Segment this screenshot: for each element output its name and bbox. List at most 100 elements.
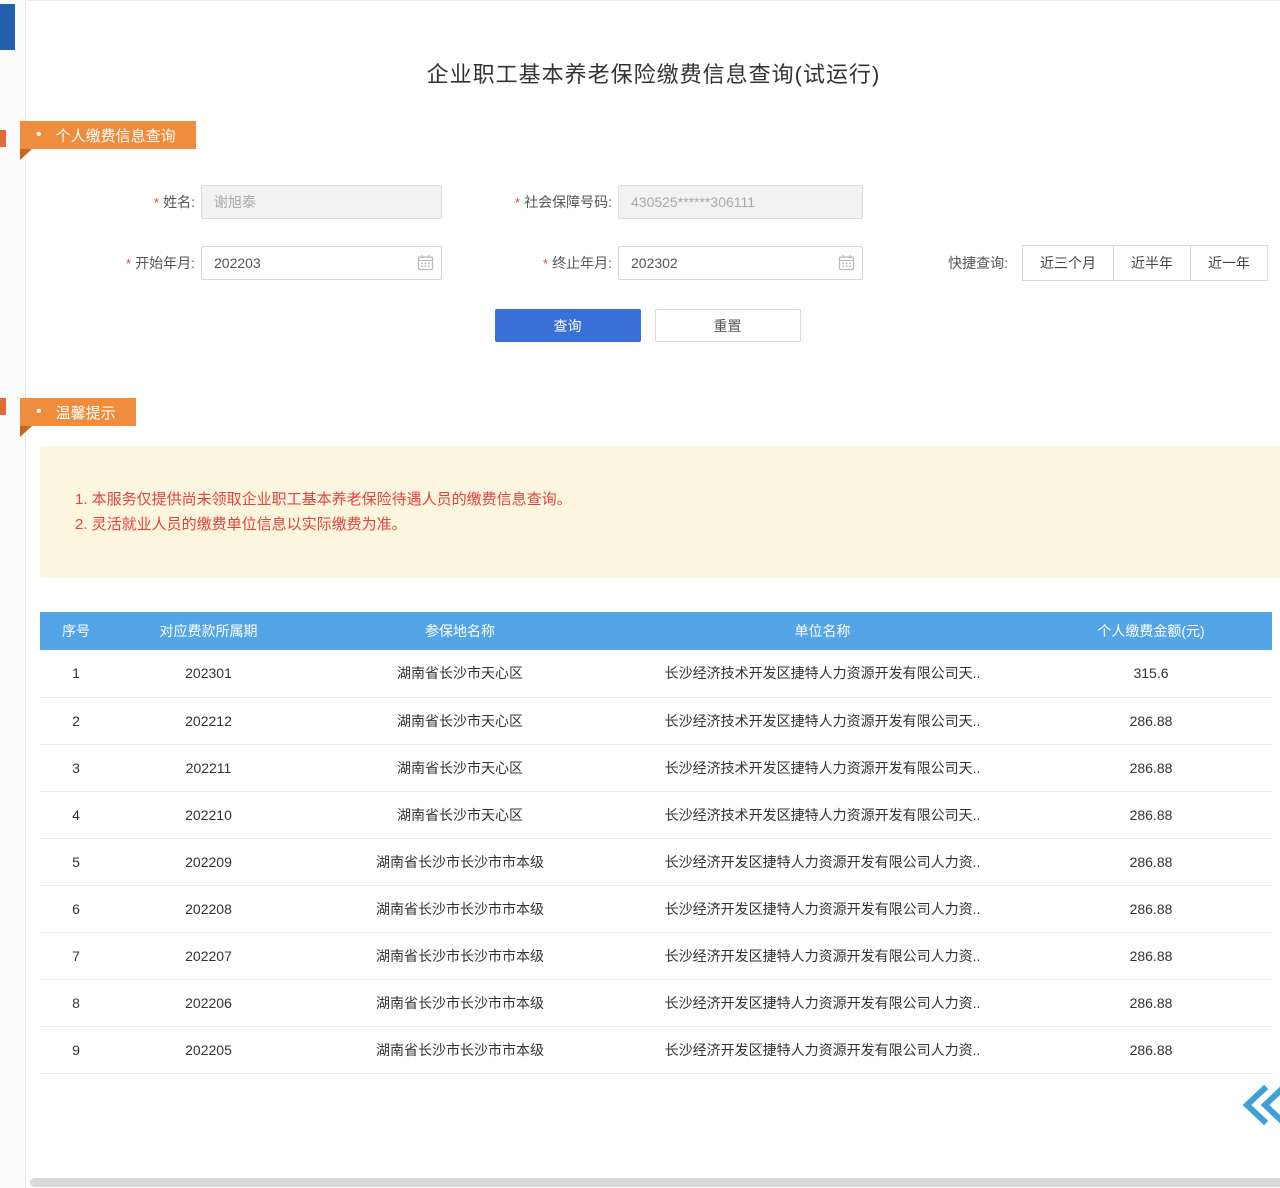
table-cell: 3 — [40, 744, 112, 791]
table-cell: 湖南省长沙市长沙市市本级 — [305, 932, 615, 979]
column-header: 对应费款所属期 — [112, 612, 305, 650]
table-cell: 202205 — [112, 1026, 305, 1073]
table-cell: 286.88 — [1030, 885, 1272, 932]
column-header: 个人缴费金额(元) — [1030, 612, 1272, 650]
table-cell: 湖南省长沙市天心区 — [305, 744, 615, 791]
calendar-icon[interactable] — [417, 254, 434, 271]
tips-section-badge-label: 温馨提示 — [56, 402, 116, 423]
table-body: 1202301湖南省长沙市天心区长沙经济技术开发区捷特人力资源开发有限公司天..… — [40, 650, 1272, 1073]
tips-section-badge: • 温馨提示 — [20, 398, 136, 426]
required-mark: * — [154, 195, 159, 210]
tips-lines: 1. 本服务仅提供尚未领取企业职工基本养老保险待遇人员的缴费信息查询。2. 灵活… — [75, 487, 1280, 537]
name-label: *姓名: — [27, 192, 195, 212]
table-row: 1202301湖南省长沙市天心区长沙经济技术开发区捷特人力资源开发有限公司天..… — [40, 650, 1272, 697]
quick-query-group: 快捷查询: 近三个月近半年近一年 — [948, 245, 1268, 281]
start-month-input-wrap — [201, 246, 442, 280]
table-cell: 202207 — [112, 932, 305, 979]
table-cell: 315.6 — [1030, 650, 1272, 697]
required-mark: * — [515, 195, 520, 210]
calendar-icon[interactable] — [838, 254, 855, 271]
table-row: 6202208湖南省长沙市长沙市市本级长沙经济开发区捷特人力资源开发有限公司人力… — [40, 885, 1272, 932]
table-cell: 286.88 — [1030, 1026, 1272, 1073]
query-form: *姓名: *社会保障号码: *开始年月: *终止年月: — [27, 185, 1280, 342]
query-section-badge-label: 个人缴费信息查询 — [56, 125, 176, 146]
table-cell: 长沙经济开发区捷特人力资源开发有限公司人力资.. — [615, 885, 1030, 932]
table-cell: 286.88 — [1030, 744, 1272, 791]
tip-line: 2. 灵活就业人员的缴费单位信息以实际缴费为准。 — [75, 512, 1280, 537]
table-cell: 286.88 — [1030, 979, 1272, 1026]
table-cell: 8 — [40, 979, 112, 1026]
payment-table: 序号对应费款所属期参保地名称单位名称个人缴费金额(元) 1202301湖南省长沙… — [40, 612, 1272, 1074]
table-cell: 长沙经济技术开发区捷特人力资源开发有限公司天.. — [615, 791, 1030, 838]
table-cell: 5 — [40, 838, 112, 885]
table-cell: 202209 — [112, 838, 305, 885]
table-cell: 长沙经济技术开发区捷特人力资源开发有限公司天.. — [615, 744, 1030, 791]
quick-query-option-2[interactable]: 近半年 — [1113, 245, 1191, 281]
main-panel: 企业职工基本养老保险缴费信息查询(试运行) • 个人缴费信息查询 *姓名: *社… — [27, 0, 1280, 1188]
table-cell: 湖南省长沙市长沙市市本级 — [305, 979, 615, 1026]
table-cell: 286.88 — [1030, 932, 1272, 979]
double-chevron-left-icon[interactable] — [1240, 1084, 1280, 1126]
table-row: 7202207湖南省长沙市长沙市市本级长沙经济开发区捷特人力资源开发有限公司人力… — [40, 932, 1272, 979]
ribbon-fold — [20, 149, 32, 160]
ssn-input-wrap — [618, 185, 863, 219]
table-cell: 湖南省长沙市长沙市市本级 — [305, 885, 615, 932]
ribbon-tail-query — [0, 130, 6, 147]
table-cell: 286.88 — [1030, 697, 1272, 744]
badge-bullet-icon: • — [36, 127, 42, 143]
required-mark: * — [126, 256, 131, 271]
quick-query-buttons: 近三个月近半年近一年 — [1022, 245, 1268, 281]
form-actions: 查询 重置 — [27, 309, 1268, 342]
table-cell: 长沙经济开发区捷特人力资源开发有限公司人力资.. — [615, 979, 1030, 1026]
query-section-header: • 个人缴费信息查询 — [27, 121, 1280, 149]
column-header: 单位名称 — [615, 612, 1030, 650]
ssn-input[interactable] — [618, 185, 863, 219]
start-month-label: *开始年月: — [27, 253, 195, 273]
table-cell: 202211 — [112, 744, 305, 791]
table-cell: 湖南省长沙市长沙市市本级 — [305, 1026, 615, 1073]
table-cell: 湖南省长沙市天心区 — [305, 791, 615, 838]
table-cell: 286.88 — [1030, 791, 1272, 838]
table-cell: 202212 — [112, 697, 305, 744]
table-cell: 长沙经济开发区捷特人力资源开发有限公司人力资.. — [615, 838, 1030, 885]
form-row-period: *开始年月: *终止年月: — [27, 245, 1268, 281]
ribbon-tail-tips — [0, 398, 6, 415]
table-cell: 湖南省长沙市长沙市市本级 — [305, 838, 615, 885]
table-cell: 长沙经济开发区捷特人力资源开发有限公司人力资.. — [615, 1026, 1030, 1073]
required-mark: * — [543, 256, 548, 271]
query-section-badge: • 个人缴费信息查询 — [20, 121, 196, 149]
reset-button[interactable]: 重置 — [655, 309, 801, 342]
form-row-identity: *姓名: *社会保障号码: — [27, 185, 1268, 219]
end-month-input[interactable] — [618, 246, 863, 280]
table-cell: 7 — [40, 932, 112, 979]
table-cell: 4 — [40, 791, 112, 838]
table-header-row: 序号对应费款所属期参保地名称单位名称个人缴费金额(元) — [40, 612, 1272, 650]
table-cell: 202206 — [112, 979, 305, 1026]
horizontal-scrollbar[interactable] — [30, 1178, 1280, 1187]
table-cell: 6 — [40, 885, 112, 932]
table-row: 3202211湖南省长沙市天心区长沙经济技术开发区捷特人力资源开发有限公司天..… — [40, 744, 1272, 791]
quick-query-label: 快捷查询: — [948, 253, 1008, 273]
start-month-input[interactable] — [201, 246, 442, 280]
table-cell: 湖南省长沙市天心区 — [305, 697, 615, 744]
tips-notice-box: 1. 本服务仅提供尚未领取企业职工基本养老保险待遇人员的缴费信息查询。2. 灵活… — [40, 446, 1280, 578]
name-input-wrap — [201, 185, 442, 219]
table-cell: 202210 — [112, 791, 305, 838]
table-row: 4202210湖南省长沙市天心区长沙经济技术开发区捷特人力资源开发有限公司天..… — [40, 791, 1272, 838]
table-cell: 286.88 — [1030, 838, 1272, 885]
ribbon-fold — [20, 426, 32, 437]
left-rail — [0, 0, 26, 1188]
ssn-label: *社会保障号码: — [450, 192, 612, 212]
table-cell: 2 — [40, 697, 112, 744]
table-cell: 长沙经济技术开发区捷特人力资源开发有限公司天.. — [615, 697, 1030, 744]
name-input[interactable] — [201, 185, 442, 219]
quick-query-option-1[interactable]: 近三个月 — [1022, 245, 1114, 281]
sidebar-collapsed-tab[interactable] — [0, 4, 15, 50]
query-button[interactable]: 查询 — [495, 309, 641, 342]
table-cell: 9 — [40, 1026, 112, 1073]
table-cell: 湖南省长沙市天心区 — [305, 650, 615, 697]
table-cell: 1 — [40, 650, 112, 697]
quick-query-option-3[interactable]: 近一年 — [1190, 245, 1268, 281]
page-title: 企业职工基本养老保险缴费信息查询(试运行) — [27, 1, 1280, 89]
end-month-input-wrap — [618, 246, 863, 280]
